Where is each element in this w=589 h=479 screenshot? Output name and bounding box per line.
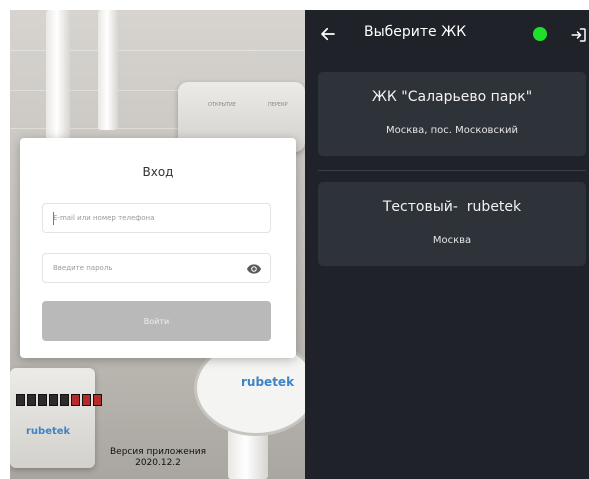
login-input[interactable]: [43, 204, 243, 232]
complex-selector-screen: Выберите ЖК ЖК "Саларьево парк" Москва, …: [305, 10, 589, 479]
password-input[interactable]: [43, 254, 243, 282]
meter-digit: [38, 394, 47, 406]
login-title: Вход: [142, 165, 174, 179]
complex-city: Москва: [432, 235, 472, 246]
meter-digit: [60, 394, 69, 406]
meter-digits: [16, 394, 102, 406]
page-title: Выберите ЖК: [364, 24, 467, 40]
logout-icon[interactable]: [570, 26, 588, 44]
arrow-left-icon[interactable]: [319, 25, 337, 43]
app-version-label: Версия приложения: [110, 447, 206, 457]
connection-status-indicator: [533, 27, 547, 41]
app-bar: Выберите ЖК: [305, 10, 589, 60]
meter-brand-logo: rubetek: [26, 426, 71, 437]
login-card: Вход Войти: [20, 138, 296, 358]
meter-digit: [82, 394, 91, 406]
complex-card[interactable]: ЖК "Саларьево парк" Москва, пос. Московс…: [318, 72, 586, 156]
login-field[interactable]: [42, 203, 271, 233]
complex-card[interactable]: Тестовый- rubetek Москва: [318, 182, 586, 266]
meter-digit: [16, 394, 25, 406]
password-field[interactable]: [42, 253, 271, 283]
meter-digit: [93, 394, 102, 406]
app-version-number: 2020.12.2: [135, 458, 181, 468]
meter-brand-logo: rubetek: [241, 375, 295, 389]
text-cursor: [53, 212, 54, 225]
complex-city: Москва, пос. Московский: [385, 125, 518, 136]
eye-icon[interactable]: [246, 261, 262, 277]
complex-name: Тестовый- rubetek: [382, 199, 522, 215]
background-pipe: [98, 10, 118, 130]
meter-digit: [49, 394, 58, 406]
meter-digit: [27, 394, 36, 406]
app-version: Версия приложения 2020.12.2: [110, 447, 206, 469]
meter-box-label: ОТКРЫТИЕ: [208, 102, 236, 108]
meter-digit: [71, 394, 80, 406]
login-screen: ОТКРЫТИЕ ПЕРЕКР rubetek rubetek Вход E-m…: [10, 10, 305, 479]
complex-name: ЖК "Саларьево парк": [371, 89, 533, 105]
meter-box-label: ПЕРЕКР: [268, 102, 288, 108]
background-water-meter: rubetek: [10, 368, 102, 468]
divider: [318, 170, 586, 171]
background-pipe: [46, 10, 70, 145]
login-button[interactable]: Войти: [42, 301, 271, 341]
